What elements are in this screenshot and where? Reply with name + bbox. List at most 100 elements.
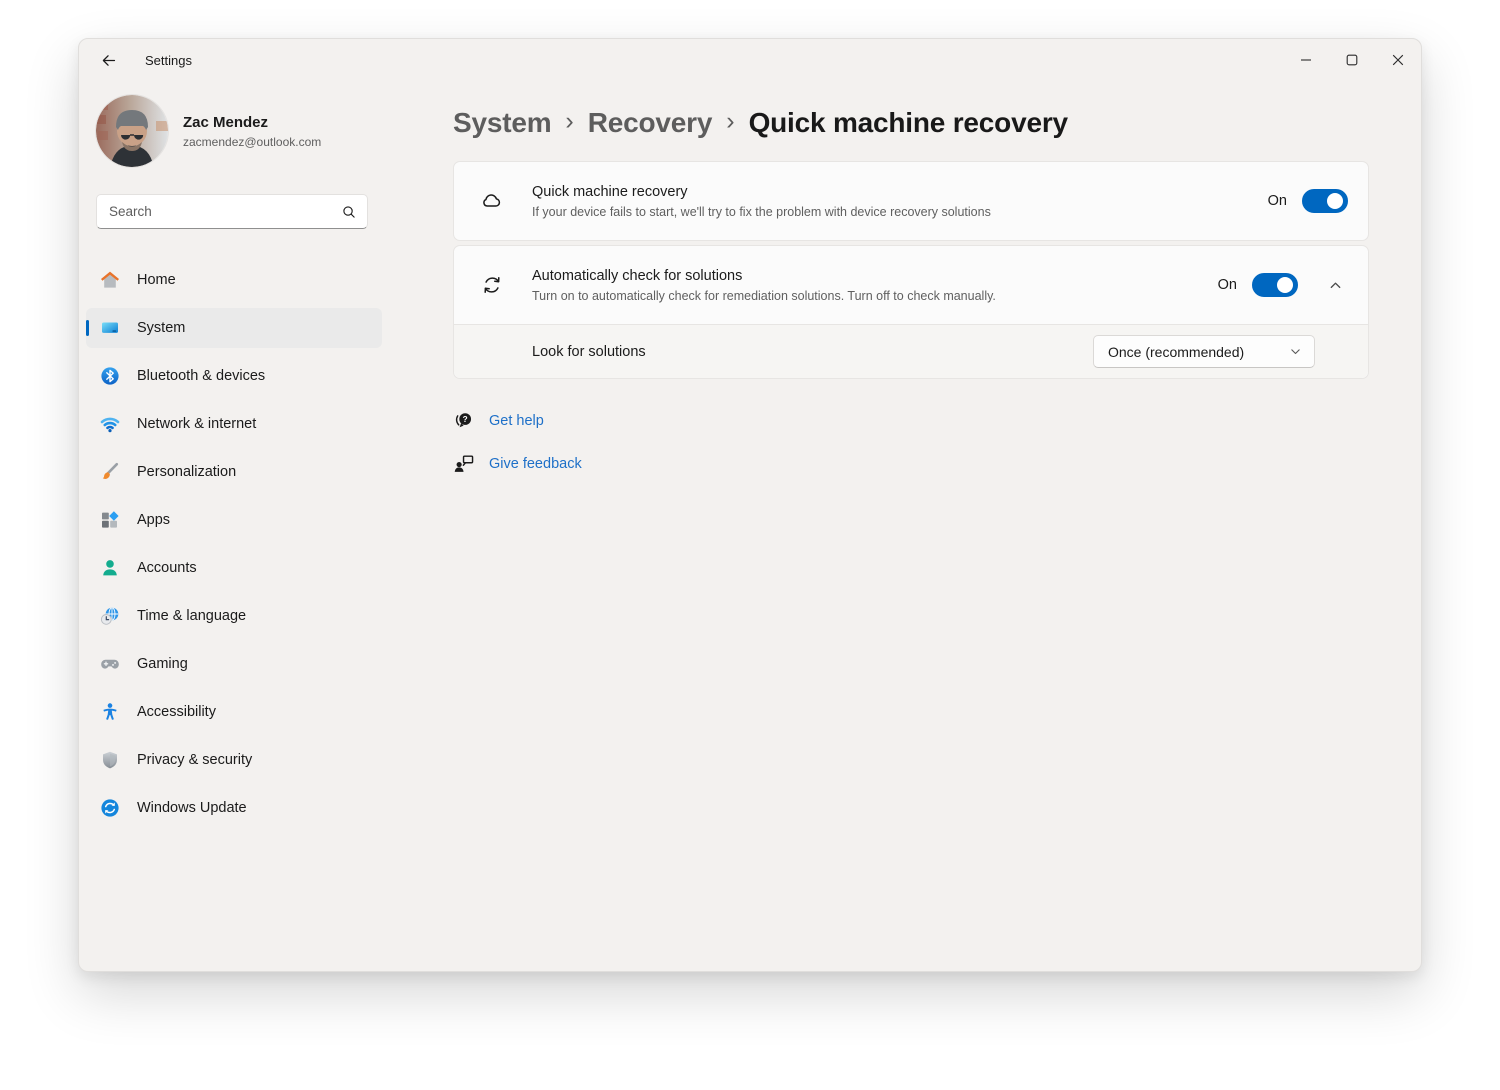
sidebar-item-accounts[interactable]: Accounts bbox=[86, 548, 382, 588]
minimize-icon bbox=[1300, 54, 1312, 66]
sidebar-item-bluetooth-devices[interactable]: Bluetooth & devices bbox=[86, 356, 382, 396]
account-profile[interactable]: Zac Mendez zacmendez@outlook.com bbox=[79, 81, 453, 167]
toggle-state-label: On bbox=[1268, 193, 1287, 209]
breadcrumb-system[interactable]: System bbox=[453, 107, 551, 139]
sidebar-item-gaming[interactable]: Gaming bbox=[86, 644, 382, 684]
profile-name: Zac Mendez bbox=[183, 114, 321, 131]
profile-email: zacmendez@outlook.com bbox=[183, 135, 321, 149]
sidebar-item-label: Gaming bbox=[137, 656, 188, 672]
setting-description: If your device fails to start, we'll try… bbox=[532, 205, 1268, 219]
sidebar-item-home[interactable]: Home bbox=[86, 260, 382, 300]
apps-icon bbox=[100, 510, 120, 530]
help-links: ? Get help Give feedback bbox=[453, 409, 1423, 475]
quick-machine-recovery-row: Quick machine recovery If your device fa… bbox=[454, 162, 1368, 240]
look-for-solutions-label: Look for solutions bbox=[532, 344, 646, 360]
minimize-button[interactable] bbox=[1283, 39, 1329, 81]
give-feedback-label: Give feedback bbox=[489, 456, 582, 472]
search-input[interactable] bbox=[109, 204, 341, 219]
get-help-label: Get help bbox=[489, 413, 544, 429]
quick-machine-recovery-toggle[interactable] bbox=[1302, 189, 1348, 213]
sidebar-item-label: Privacy & security bbox=[137, 752, 252, 768]
quick-machine-recovery-card: Quick machine recovery If your device fa… bbox=[453, 161, 1369, 241]
sidebar-item-label: Time & language bbox=[137, 608, 246, 624]
chevron-up-icon bbox=[1328, 278, 1343, 293]
profile-text: Zac Mendez zacmendez@outlook.com bbox=[183, 114, 321, 149]
settings-cards: Quick machine recovery If your device fa… bbox=[453, 161, 1369, 379]
sidebar-item-label: Windows Update bbox=[137, 800, 247, 816]
collapse-expander-button[interactable] bbox=[1322, 272, 1348, 298]
sidebar-item-label: Home bbox=[137, 272, 176, 288]
get-help-link[interactable]: ? Get help bbox=[453, 409, 544, 432]
setting-description: Turn on to automatically check for remed… bbox=[532, 289, 1218, 303]
sidebar-nav: Home System Bluetooth & devices Network … bbox=[86, 260, 382, 828]
row-text: Automatically check for solutions Turn o… bbox=[532, 268, 1218, 303]
setting-title: Automatically check for solutions bbox=[532, 268, 1218, 284]
sidebar-item-time-language[interactable]: Time & language bbox=[86, 596, 382, 636]
sidebar-item-label: Network & internet bbox=[137, 416, 256, 432]
sidebar: Zac Mendez zacmendez@outlook.com Home Sy… bbox=[79, 81, 453, 971]
breadcrumb-separator-icon: › bbox=[564, 107, 574, 136]
cloud-icon bbox=[480, 189, 504, 213]
bluetooth-icon bbox=[100, 366, 120, 386]
sidebar-item-label: Personalization bbox=[137, 464, 236, 480]
auto-check-toggle[interactable] bbox=[1252, 273, 1298, 297]
sync-icon bbox=[480, 273, 504, 297]
toggle-knob bbox=[1327, 193, 1343, 209]
auto-check-row[interactable]: Automatically check for solutions Turn o… bbox=[454, 246, 1368, 324]
avatar bbox=[96, 95, 168, 167]
feedback-person-icon bbox=[453, 452, 476, 475]
sidebar-item-personalization[interactable]: Personalization bbox=[86, 452, 382, 492]
breadcrumb-separator-icon: › bbox=[725, 107, 735, 136]
search-icon bbox=[341, 204, 357, 220]
sidebar-item-label: System bbox=[137, 320, 185, 336]
paintbrush-icon bbox=[100, 462, 120, 482]
sidebar-item-label: Accessibility bbox=[137, 704, 216, 720]
back-button[interactable] bbox=[91, 45, 125, 75]
setting-title: Quick machine recovery bbox=[532, 184, 1268, 200]
page-title: Quick machine recovery bbox=[749, 107, 1068, 139]
globe-clock-icon bbox=[100, 606, 120, 626]
dropdown-selected-value: Once (recommended) bbox=[1108, 344, 1244, 360]
auto-check-card: Automatically check for solutions Turn o… bbox=[453, 245, 1369, 379]
gamepad-icon bbox=[100, 654, 120, 674]
person-icon bbox=[100, 558, 120, 578]
wifi-icon bbox=[100, 414, 120, 434]
look-for-solutions-row: Look for solutions Once (recommended) bbox=[454, 324, 1368, 378]
app-title: Settings bbox=[145, 53, 192, 68]
update-icon bbox=[100, 798, 120, 818]
sidebar-item-network-internet[interactable]: Network & internet bbox=[86, 404, 382, 444]
sidebar-item-label: Accounts bbox=[137, 560, 197, 576]
breadcrumb-recovery[interactable]: Recovery bbox=[588, 107, 712, 139]
titlebar: Settings bbox=[79, 39, 1421, 81]
sidebar-item-label: Apps bbox=[137, 512, 170, 528]
give-feedback-link[interactable]: Give feedback bbox=[453, 452, 582, 475]
system-icon bbox=[100, 318, 120, 338]
help-bubble-icon: ? bbox=[453, 409, 476, 432]
maximize-button[interactable] bbox=[1329, 39, 1375, 81]
sidebar-item-windows-update[interactable]: Windows Update bbox=[86, 788, 382, 828]
sidebar-item-system[interactable]: System bbox=[86, 308, 382, 348]
sidebar-item-privacy-security[interactable]: Privacy & security bbox=[86, 740, 382, 780]
sidebar-item-label: Bluetooth & devices bbox=[137, 368, 265, 384]
chevron-down-icon bbox=[1289, 345, 1302, 358]
home-icon bbox=[100, 270, 120, 290]
main-content: System › Recovery › Quick machine recove… bbox=[453, 81, 1423, 475]
svg-text:?: ? bbox=[463, 415, 468, 424]
breadcrumb: System › Recovery › Quick machine recove… bbox=[453, 105, 1423, 141]
sidebar-item-accessibility[interactable]: Accessibility bbox=[86, 692, 382, 732]
toggle-group: On bbox=[1218, 273, 1298, 297]
shield-icon bbox=[100, 750, 120, 770]
toggle-group: On bbox=[1268, 189, 1348, 213]
accessibility-person-icon bbox=[100, 702, 120, 722]
toggle-state-label: On bbox=[1218, 277, 1237, 293]
look-for-solutions-dropdown[interactable]: Once (recommended) bbox=[1093, 335, 1315, 368]
toggle-knob bbox=[1277, 277, 1293, 293]
close-button[interactable] bbox=[1375, 39, 1421, 81]
row-text: Quick machine recovery If your device fa… bbox=[532, 184, 1268, 219]
search-box bbox=[96, 194, 368, 229]
sidebar-item-apps[interactable]: Apps bbox=[86, 500, 382, 540]
maximize-icon bbox=[1346, 54, 1358, 66]
close-icon bbox=[1392, 54, 1404, 66]
settings-window: Settings bbox=[78, 38, 1422, 972]
back-arrow-icon bbox=[100, 52, 117, 69]
